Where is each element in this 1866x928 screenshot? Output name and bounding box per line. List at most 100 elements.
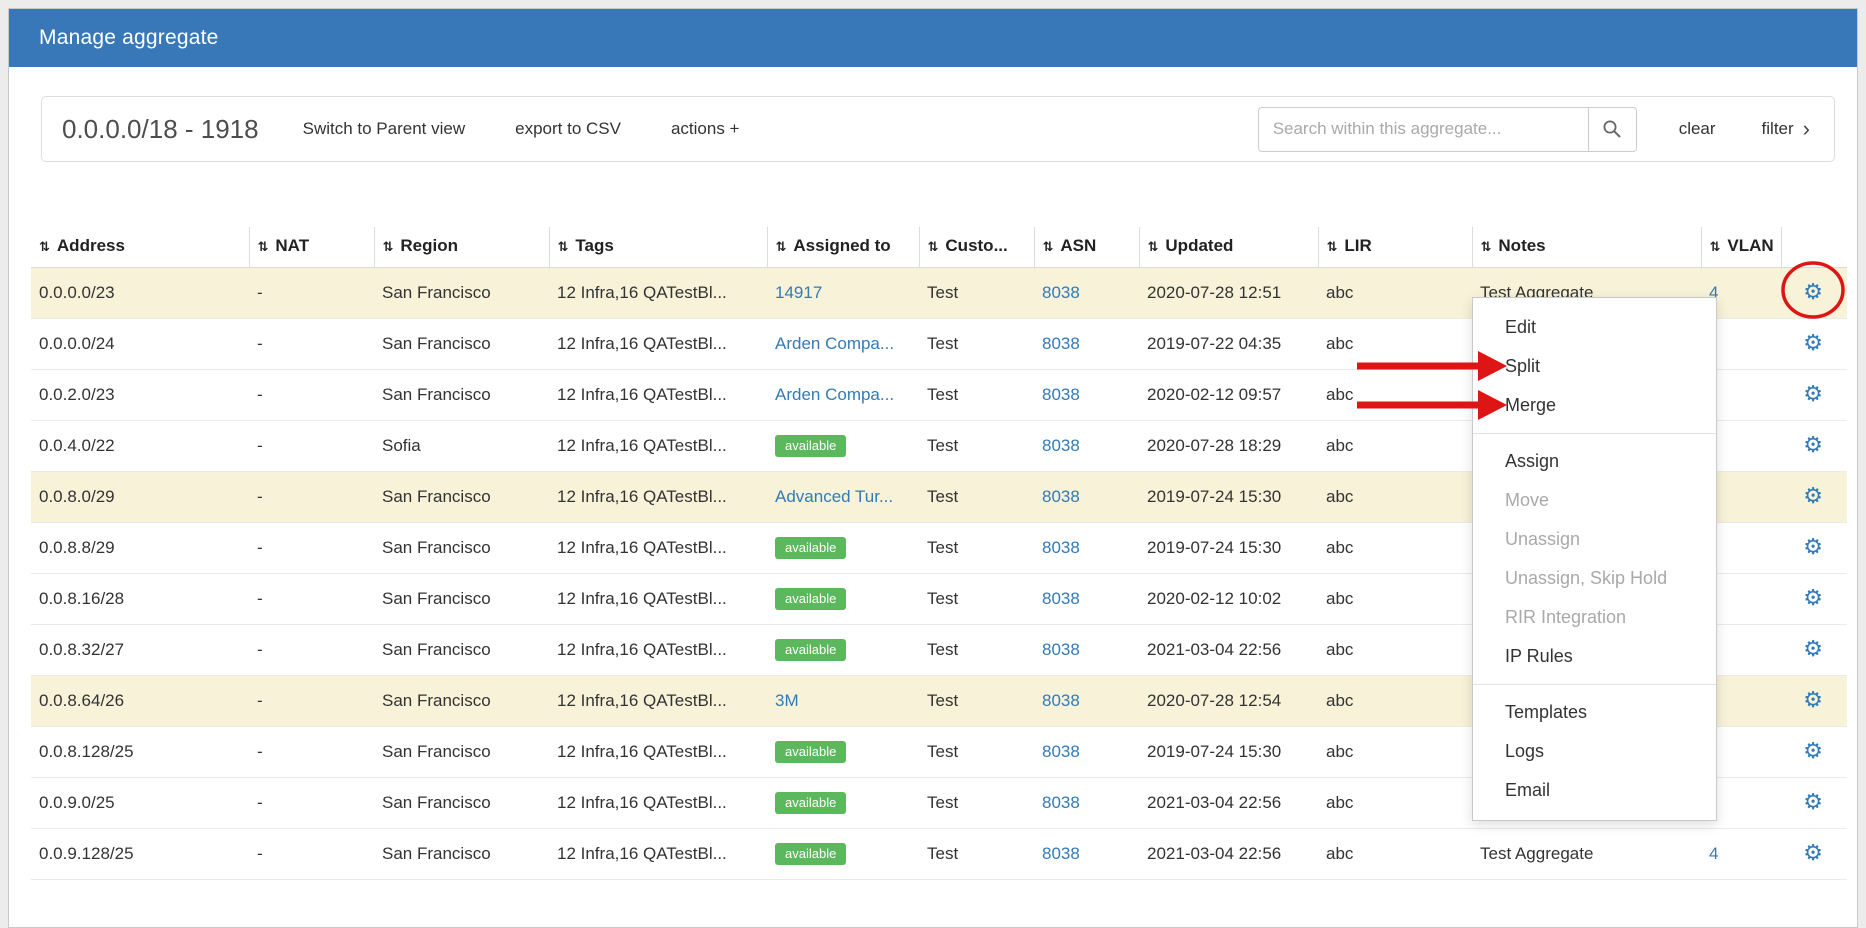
cell-asn: 8038 [1034, 268, 1139, 319]
assigned-link[interactable]: 3M [775, 691, 799, 710]
cell-customer: Test [919, 421, 1034, 472]
cell-region: San Francisco [374, 268, 549, 319]
gear-icon[interactable]: ⚙ [1803, 739, 1823, 764]
cell-customer: Test [919, 727, 1034, 778]
cell-region: Sofia [374, 421, 549, 472]
search-button[interactable] [1588, 107, 1637, 152]
assigned-link[interactable]: Arden Compa... [775, 334, 894, 353]
cell-region: San Francisco [374, 523, 549, 574]
asn-link[interactable]: 8038 [1042, 436, 1080, 455]
gear-icon[interactable]: ⚙ [1803, 280, 1823, 305]
menu-item-rir-integration: RIR Integration [1473, 598, 1716, 637]
cell-address: 0.0.8.0/29 [31, 472, 249, 523]
gear-icon[interactable]: ⚙ [1803, 586, 1823, 611]
cell-customer: Test [919, 778, 1034, 829]
available-badge: available [775, 792, 846, 814]
table-header-row: ⇅Address⇅NAT⇅Region⇅Tags⇅Assigned to⇅Cus… [31, 227, 1847, 268]
column-header-updated[interactable]: ⇅Updated [1139, 227, 1318, 268]
asn-link[interactable]: 8038 [1042, 844, 1080, 863]
cell-vlan: 4 [1701, 829, 1781, 880]
column-header-customer[interactable]: ⇅Custo... [919, 227, 1034, 268]
asn-link[interactable]: 8038 [1042, 691, 1080, 710]
asn-link[interactable]: 8038 [1042, 334, 1080, 353]
column-header-lir[interactable]: ⇅LIR [1318, 227, 1472, 268]
cell-customer: Test [919, 268, 1034, 319]
clear-link[interactable]: clear [1679, 119, 1716, 139]
cell-tags: 12 Infra,16 QATestBl... [549, 778, 767, 829]
cell-tags: 12 Infra,16 QATestBl... [549, 472, 767, 523]
column-header-assigned[interactable]: ⇅Assigned to [767, 227, 919, 268]
asn-link[interactable]: 8038 [1042, 385, 1080, 404]
cell-lir: abc [1318, 727, 1472, 778]
column-header-asn[interactable]: ⇅ASN [1034, 227, 1139, 268]
sort-icon: ⇅ [39, 240, 50, 255]
menu-divider [1473, 433, 1716, 434]
menu-item-ip-rules[interactable]: IP Rules [1473, 637, 1716, 676]
cell-asn: 8038 [1034, 829, 1139, 880]
cell-lir: abc [1318, 574, 1472, 625]
cell-address: 0.0.0.0/24 [31, 319, 249, 370]
cell-asn: 8038 [1034, 625, 1139, 676]
cell-region: San Francisco [374, 829, 549, 880]
column-header-address[interactable]: ⇅Address [31, 227, 249, 268]
available-badge: available [775, 588, 846, 610]
column-header-actions [1781, 227, 1847, 268]
vlan-link[interactable]: 4 [1709, 844, 1718, 863]
gear-icon[interactable]: ⚙ [1803, 535, 1823, 560]
cell-nat: - [249, 421, 374, 472]
cell-assigned: available [767, 421, 919, 472]
menu-item-logs[interactable]: Logs [1473, 732, 1716, 771]
gear-icon[interactable]: ⚙ [1803, 382, 1823, 407]
cell-lir: abc [1318, 778, 1472, 829]
column-header-region[interactable]: ⇅Region [374, 227, 549, 268]
available-badge: available [775, 537, 846, 559]
menu-item-assign[interactable]: Assign [1473, 442, 1716, 481]
column-header-tags[interactable]: ⇅Tags [549, 227, 767, 268]
cell-updated: 2020-07-28 18:29 [1139, 421, 1318, 472]
filter-link[interactable]: filter › [1762, 118, 1810, 140]
menu-item-edit[interactable]: Edit [1473, 308, 1716, 347]
asn-link[interactable]: 8038 [1042, 640, 1080, 659]
asn-link[interactable]: 8038 [1042, 283, 1080, 302]
cell-asn: 8038 [1034, 727, 1139, 778]
asn-link[interactable]: 8038 [1042, 538, 1080, 557]
sort-icon: ⇅ [776, 240, 787, 255]
sort-icon: ⇅ [258, 240, 269, 255]
available-badge: available [775, 741, 846, 763]
asn-link[interactable]: 8038 [1042, 742, 1080, 761]
cell-assigned: Arden Compa... [767, 370, 919, 421]
gear-icon[interactable]: ⚙ [1803, 484, 1823, 509]
menu-item-email[interactable]: Email [1473, 771, 1716, 810]
cell-actions: ⚙ [1781, 523, 1847, 574]
cell-updated: 2020-02-12 10:02 [1139, 574, 1318, 625]
switch-parent-view-link[interactable]: Switch to Parent view [303, 119, 466, 139]
search-input[interactable] [1258, 107, 1588, 152]
gear-icon[interactable]: ⚙ [1803, 790, 1823, 815]
cell-nat: - [249, 829, 374, 880]
cell-actions: ⚙ [1781, 421, 1847, 472]
cell-nat: - [249, 676, 374, 727]
actions-menu-link[interactable]: actions + [671, 119, 740, 139]
asn-link[interactable]: 8038 [1042, 793, 1080, 812]
gear-icon[interactable]: ⚙ [1803, 433, 1823, 458]
menu-item-templates[interactable]: Templates [1473, 693, 1716, 732]
cell-assigned: 14917 [767, 268, 919, 319]
gear-icon[interactable]: ⚙ [1803, 841, 1823, 866]
column-header-vlan[interactable]: ⇅VLAN [1701, 227, 1781, 268]
column-header-notes[interactable]: ⇅Notes [1472, 227, 1701, 268]
gear-icon[interactable]: ⚙ [1803, 637, 1823, 662]
assigned-link[interactable]: 14917 [775, 283, 822, 302]
asn-link[interactable]: 8038 [1042, 487, 1080, 506]
asn-link[interactable]: 8038 [1042, 589, 1080, 608]
export-csv-link[interactable]: export to CSV [515, 119, 621, 139]
assigned-link[interactable]: Advanced Tur... [775, 487, 893, 506]
assigned-link[interactable]: Arden Compa... [775, 385, 894, 404]
sort-icon: ⇅ [1148, 240, 1159, 255]
gear-icon[interactable]: ⚙ [1803, 331, 1823, 356]
cell-actions: ⚙ [1781, 319, 1847, 370]
column-header-nat[interactable]: ⇅NAT [249, 227, 374, 268]
menu-item-split[interactable]: Split [1473, 347, 1716, 386]
menu-item-merge[interactable]: Merge [1473, 386, 1716, 425]
gear-icon[interactable]: ⚙ [1803, 688, 1823, 713]
menu-item-unassign: Unassign [1473, 520, 1716, 559]
